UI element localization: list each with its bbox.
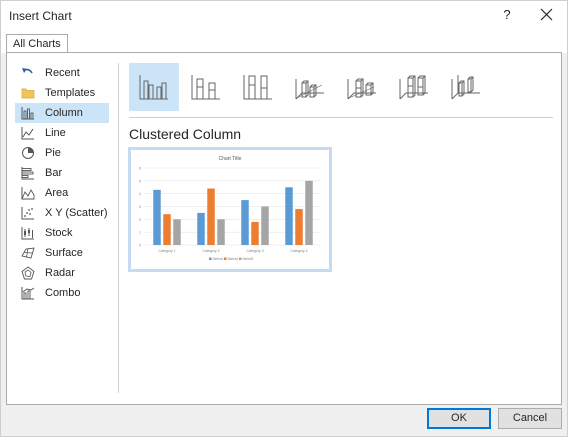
- scatter-chart-icon: [21, 207, 34, 220]
- y-tick-label: 1: [139, 231, 141, 235]
- 3d-clustered-column-icon: [295, 79, 324, 100]
- ok-button[interactable]: OK: [427, 408, 491, 429]
- y-tick-label: 5: [139, 179, 141, 183]
- sidebar-item-label: Bar: [45, 167, 63, 179]
- sidebar-item-label: Stock: [45, 227, 73, 239]
- subtype-divider: [129, 117, 553, 118]
- close-button[interactable]: [535, 3, 559, 27]
- chart-bar: [241, 200, 249, 245]
- legend-label: Series3: [243, 257, 254, 261]
- line-chart-icon: [21, 127, 34, 140]
- legend-label: Series1: [213, 257, 224, 261]
- folder-icon: [21, 88, 35, 99]
- sidebar-item-label: Pie: [45, 147, 61, 159]
- sidebar-item-area[interactable]: Area: [15, 183, 109, 203]
- sidebar-item-scatter[interactable]: X Y (Scatter): [15, 203, 109, 223]
- sidebar-item-bar[interactable]: Bar: [15, 163, 109, 183]
- sidebar-item-label: Surface: [45, 247, 83, 259]
- sidebar-item-templates[interactable]: Templates: [15, 83, 109, 103]
- chart-bar: [173, 219, 181, 245]
- chart-bar: [305, 180, 313, 245]
- sidebar-item-label: Radar: [45, 267, 75, 279]
- title-bar: Insert Chart ?: [1, 1, 567, 31]
- close-icon: [540, 8, 553, 21]
- chart-panel: Recent Templates Column Line Pie Bar Are…: [6, 52, 562, 405]
- stacked-column-icon: [191, 75, 220, 100]
- bar-chart-icon: [21, 167, 34, 180]
- sidebar-item-stock[interactable]: Stock: [15, 223, 109, 243]
- subtype-stacked-column[interactable]: [181, 63, 231, 111]
- sidebar-item-line[interactable]: Line: [15, 123, 109, 143]
- legend-swatch: [209, 257, 212, 260]
- radar-chart-icon: [21, 266, 35, 280]
- chart-bar: [153, 189, 161, 245]
- 3d-stacked-column-icon: [347, 78, 376, 100]
- sidebar-item-recent[interactable]: Recent: [15, 63, 109, 83]
- cancel-button[interactable]: Cancel: [498, 408, 562, 429]
- y-tick-label: 3: [139, 205, 141, 209]
- insert-chart-dialog: Insert Chart ? All Charts Recent Templat…: [0, 0, 568, 437]
- chart-bar: [163, 214, 171, 245]
- tab-strip: All Charts: [1, 31, 567, 54]
- sidebar-item-column[interactable]: Column: [15, 103, 109, 123]
- subtype-3d-clustered-column[interactable]: [285, 63, 335, 111]
- x-tick-label: Category 4: [290, 249, 307, 253]
- subtype-clustered-column[interactable]: [129, 63, 179, 111]
- tab-all-charts[interactable]: All Charts: [6, 34, 68, 54]
- 100-percent-stacked-column-icon: [243, 75, 272, 100]
- sidebar-item-combo[interactable]: Combo: [15, 283, 109, 303]
- legend-swatch: [239, 257, 242, 260]
- subtype-100-percent-stacked-column[interactable]: [233, 63, 283, 111]
- combo-chart-icon: [21, 287, 35, 300]
- y-tick-label: 4: [139, 192, 141, 196]
- chart-type-list: Recent Templates Column Line Pie Bar Are…: [15, 63, 115, 303]
- sidebar-item-pie[interactable]: Pie: [15, 143, 109, 163]
- subtype-3d-column[interactable]: [441, 63, 491, 111]
- chart-bar: [197, 212, 205, 245]
- clustered-column-icon: [139, 75, 168, 100]
- sidebar-item-label: Templates: [45, 87, 96, 99]
- y-tick-label: 6: [139, 167, 141, 171]
- 3d-100-percent-stacked-column-icon: [399, 75, 428, 100]
- sidebar-item-label: Column: [45, 107, 83, 119]
- stock-chart-icon: [21, 227, 34, 240]
- chart-bar: [251, 221, 259, 245]
- y-tick-label: 2: [139, 218, 141, 222]
- y-tick-label: 0: [139, 244, 141, 248]
- x-tick-label: Category 2: [202, 249, 219, 253]
- sidebar-item-label: Area: [45, 187, 69, 199]
- x-tick-label: Category 3: [246, 249, 263, 253]
- sidebar-divider: [118, 63, 119, 393]
- column-chart-icon: [21, 107, 34, 120]
- chart-title: Chart Title: [219, 156, 242, 162]
- sidebar-item-surface[interactable]: Surface: [15, 243, 109, 263]
- legend-swatch: [224, 257, 227, 260]
- sidebar-item-label: Combo: [45, 287, 81, 299]
- chart-bar: [261, 206, 269, 245]
- chart-bar: [217, 219, 225, 245]
- chart-bar: [285, 187, 293, 245]
- help-button[interactable]: ?: [497, 3, 517, 27]
- subtype-3d-stacked-column[interactable]: [337, 63, 387, 111]
- sidebar-item-radar[interactable]: Radar: [15, 263, 109, 283]
- pie-chart-icon: [22, 147, 34, 159]
- legend-label: Series2: [228, 257, 239, 261]
- dialog-title: Insert Chart: [9, 9, 72, 23]
- area-chart-icon: [21, 187, 35, 200]
- sidebar-item-label: X Y (Scatter): [45, 207, 108, 219]
- 3d-column-icon: [451, 75, 480, 100]
- x-tick-label: Category 1: [158, 249, 175, 253]
- sidebar-item-label: Line: [45, 127, 66, 139]
- chart-bar: [295, 209, 303, 245]
- chart-bar: [207, 188, 215, 245]
- chart-preview[interactable]: Chart Title 0 1 2 3 4 5 6 Category 1 Category 2 Ca…: [128, 147, 332, 272]
- surface-chart-icon: [21, 247, 35, 259]
- sidebar-item-label: Recent: [45, 67, 80, 79]
- selected-subtype-title: Clustered Column: [129, 126, 242, 142]
- chart-preview-svg: Chart Title 0 1 2 3 4 5 6 Category 1 Category 2 Ca…: [139, 156, 321, 261]
- subtype-3d-100-percent-stacked-column[interactable]: [389, 63, 439, 111]
- undo-arrow-icon: [22, 68, 33, 74]
